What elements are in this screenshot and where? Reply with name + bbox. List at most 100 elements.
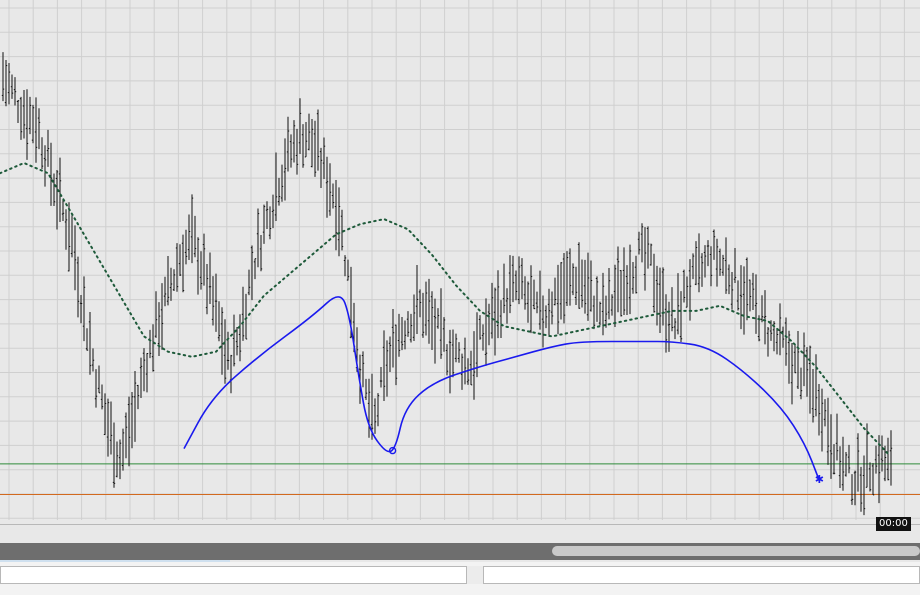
price-bar <box>37 108 41 150</box>
price-bar <box>337 187 341 257</box>
price-bar <box>328 163 332 216</box>
price-bar <box>850 474 854 505</box>
price-bar <box>523 276 527 310</box>
price-bar <box>508 255 512 314</box>
price-bar <box>715 238 719 287</box>
price-bar <box>484 298 488 366</box>
price-bar <box>598 301 602 326</box>
price-bar <box>115 441 119 478</box>
price-bar <box>628 244 632 315</box>
price-bar <box>571 263 575 296</box>
price-bar <box>259 234 263 272</box>
price-bar <box>196 237 200 295</box>
price-bar <box>181 234 185 293</box>
price-bar <box>91 348 95 372</box>
price-bar <box>403 320 407 350</box>
price-bar <box>826 397 830 465</box>
price-bar <box>646 226 650 269</box>
price-bar <box>40 137 44 170</box>
price-bar <box>649 243 653 266</box>
price-bar <box>820 388 824 452</box>
price-bar <box>160 283 164 350</box>
price-bar <box>394 324 398 386</box>
price-bar <box>583 259 587 314</box>
price-bar <box>640 223 644 263</box>
price-bar <box>847 444 851 474</box>
price-bar <box>58 157 62 222</box>
scrollbar-thumb[interactable] <box>552 546 920 556</box>
price-bar <box>763 290 767 345</box>
bottom-panel-left[interactable] <box>0 566 467 584</box>
price-bar <box>232 314 236 367</box>
price-bar <box>211 276 215 326</box>
price-bar <box>712 229 716 260</box>
price-bar <box>67 202 71 272</box>
price-bar <box>301 124 305 168</box>
price-bar <box>670 287 674 332</box>
price-bar <box>796 331 800 389</box>
price-bar <box>112 422 116 488</box>
price-bar <box>622 247 626 316</box>
price-bar <box>736 280 740 311</box>
price-bar <box>526 281 530 323</box>
price-bar <box>64 209 68 250</box>
price-bar <box>295 128 299 175</box>
price-bar <box>172 269 176 292</box>
price-bar <box>139 357 143 398</box>
price-bar <box>10 74 14 99</box>
price-bar <box>625 265 629 315</box>
price-bar <box>73 225 77 291</box>
price-bar <box>85 328 89 351</box>
price-bar <box>856 433 860 492</box>
price-bar <box>424 281 428 336</box>
price-bar <box>817 383 821 436</box>
price-bar <box>469 350 473 386</box>
price-bar <box>208 252 212 305</box>
price-bar <box>124 412 128 459</box>
price-bar <box>31 104 35 144</box>
price-bar <box>25 89 29 160</box>
price-chart[interactable]: ✱ 26 Mar 19:0028 Mar 19:0001 Apr 19:0003… <box>0 0 920 525</box>
price-bar <box>472 331 476 400</box>
price-bar <box>175 243 179 292</box>
price-bar <box>802 332 806 387</box>
panel-splitter[interactable] <box>467 566 483 584</box>
horizontal-lines <box>0 463 920 495</box>
price-bar <box>862 455 866 516</box>
price-bar <box>4 59 8 107</box>
price-bar <box>382 330 386 402</box>
price-bar <box>253 258 257 280</box>
price-bar <box>505 288 509 324</box>
price-bar <box>88 312 92 375</box>
price-bar <box>379 366 383 388</box>
price-bar <box>409 313 413 343</box>
price-bar <box>487 303 491 346</box>
price-bar <box>811 369 815 423</box>
price-bar <box>481 324 485 351</box>
price-bar <box>550 291 554 325</box>
chart-area[interactable]: ✱ 26 Mar 19:0028 Mar 19:0001 Apr 19:0003… <box>0 0 920 525</box>
price-bar <box>511 255 515 303</box>
bottom-panel-right[interactable] <box>483 566 920 584</box>
drawn-curve-end-marker: ✱ <box>815 473 824 486</box>
price-bar <box>361 351 365 388</box>
price-bar <box>202 233 206 286</box>
price-bar <box>499 300 503 339</box>
price-bar <box>751 272 755 311</box>
price-bar <box>286 116 290 172</box>
price-bar <box>277 177 281 206</box>
price-bar <box>331 183 335 209</box>
price-bar <box>604 295 608 328</box>
price-bar <box>754 274 758 334</box>
price-bar <box>280 164 284 202</box>
price-bar <box>733 247 737 283</box>
price-bar <box>568 248 572 306</box>
price-bar <box>889 430 893 486</box>
price-bar <box>427 278 431 344</box>
price-bar <box>517 256 521 305</box>
price-bar <box>532 279 536 310</box>
price-bar <box>562 253 566 324</box>
price-bar <box>1 52 5 102</box>
price-bar <box>706 240 710 267</box>
price-bar <box>739 265 743 330</box>
